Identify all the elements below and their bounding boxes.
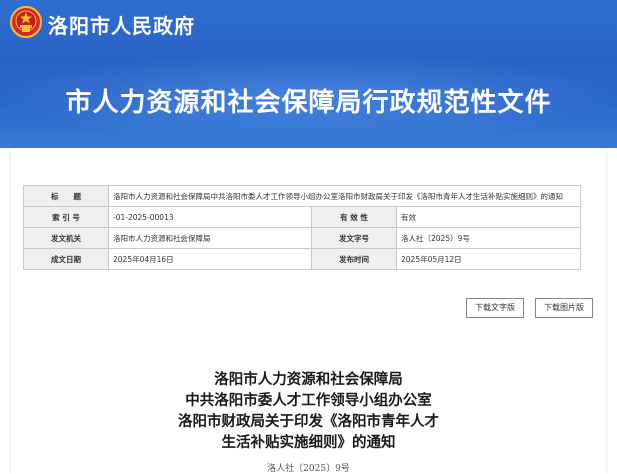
site-name[interactable]: 洛阳市人民政府 (48, 10, 195, 39)
index-label: 索 引 号 (23, 206, 109, 228)
issuer-value: 洛阳市人力资源和社会保障局 (108, 227, 312, 249)
published-date-value: 2025年05月12日 (396, 248, 581, 270)
table-row: 索 引 号 -01-2025-00013 有 效 性 有效 (23, 206, 581, 228)
published-date-label: 发布时间 (311, 248, 397, 270)
document-title-line-3: 洛阳市财政局关于印发《洛阳市青年人才 (178, 413, 439, 430)
index-value: -01-2025-00013 (108, 206, 312, 228)
created-date-value: 2025年04月16日 (108, 248, 312, 270)
created-date-label: 成文日期 (23, 248, 109, 270)
table-row: 标 题 洛阳市人力资源和社会保障局中共洛阳市委人才工作领导小组办公室洛阳市财政局… (23, 185, 581, 207)
document-number: 洛人社〔2025〕9号 (267, 464, 350, 474)
document-title-line-1: 洛阳市人力资源和社会保障局 (214, 371, 403, 388)
download-text-button[interactable]: 下载文字版 (466, 298, 524, 318)
document-title-line-2: 中共洛阳市委人才工作领导小组办公室 (185, 392, 432, 409)
doc-no-value: 洛人社（2025）9号 (396, 227, 581, 249)
document-title-line-4: 生活补贴实施细则》的通知 (221, 434, 396, 451)
national-emblem-icon (10, 6, 42, 38)
doc-no-label: 发文字号 (311, 227, 397, 249)
title-value: 洛阳市人力资源和社会保障局中共洛阳市委人才工作领导小组办公室洛阳市财政局关于印发… (108, 185, 581, 207)
download-image-button[interactable]: 下载图片版 (535, 298, 593, 318)
validity-label: 有 效 性 (311, 206, 397, 228)
validity-value: 有效 (396, 206, 581, 228)
header-banner: 洛阳市人民政府 市人力资源和社会保障局行政规范性文件 (0, 0, 617, 148)
document-metadata-table: 标 题 洛阳市人力资源和社会保障局中共洛阳市委人才工作领导小组办公室洛阳市财政局… (23, 185, 581, 270)
banner-title: 市人力资源和社会保障局行政规范性文件 (65, 88, 552, 118)
issuer-label: 发文机关 (23, 227, 109, 249)
table-row: 成文日期 2025年04月16日 发布时间 2025年05月12日 (23, 248, 581, 270)
title-label: 标 题 (23, 185, 109, 207)
table-row: 发文机关 洛阳市人力资源和社会保障局 发文字号 洛人社（2025）9号 (23, 227, 581, 249)
